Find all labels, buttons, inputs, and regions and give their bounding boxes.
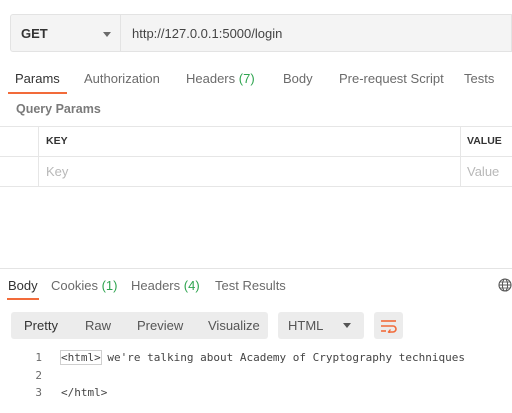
view-mode-selector: Pretty Raw Preview Visualize <box>11 312 268 339</box>
caret-down-icon <box>103 32 111 37</box>
line-text: we're talking about Academy of Cryptogra… <box>100 351 465 364</box>
column-header-key: KEY <box>46 135 68 147</box>
tab-test-results[interactable]: Test Results <box>215 272 286 300</box>
tab-count: (1) <box>101 278 118 293</box>
line-content: </html> <box>61 384 107 402</box>
request-bar: GET http://127.0.0.1:5000/login <box>10 14 512 52</box>
tab-params[interactable]: Params <box>8 64 67 94</box>
tab-cookies[interactable]: Cookies (1) <box>51 272 117 300</box>
tab-label: Params <box>15 71 60 86</box>
tab-label: Pre-request Script <box>339 71 444 86</box>
tab-label: Tests <box>464 71 495 86</box>
tab-label: Body <box>8 278 38 293</box>
view-visualize[interactable]: Visualize <box>208 312 260 339</box>
url-input[interactable]: http://127.0.0.1:5000/login <box>121 14 512 52</box>
tab-label: Body <box>283 71 313 86</box>
column-header-value: VALUE <box>460 127 502 156</box>
format-label: HTML <box>288 318 324 333</box>
caret-down-icon <box>343 323 351 328</box>
view-pretty[interactable]: Pretty <box>24 312 58 339</box>
table-row: Key Value <box>0 156 512 187</box>
params-table: KEY VALUE Key Value <box>0 126 512 187</box>
code-line: 3 </html> <box>0 384 512 402</box>
url-text: http://127.0.0.1:5000/login <box>132 25 283 41</box>
tab-response-body[interactable]: Body <box>7 272 39 300</box>
tab-label: Cookies <box>51 278 98 293</box>
tab-body[interactable]: Body <box>283 64 313 94</box>
tab-label: Test Results <box>215 278 286 293</box>
tab-count: (7) <box>238 71 255 86</box>
response-tabs: Body Cookies (1) Headers (4) Test Result… <box>0 272 512 300</box>
request-tabs: Params Authorization Headers (7) Body Pr… <box>0 64 512 94</box>
open-tag: <html> <box>60 350 102 365</box>
tab-label: Authorization <box>84 71 160 86</box>
view-raw[interactable]: Raw <box>85 312 111 339</box>
tab-response-headers[interactable]: Headers (4) <box>131 272 200 300</box>
line-content: <html> we're talking about Academy of Cr… <box>60 349 465 367</box>
tab-pre-request-script[interactable]: Pre-request Script <box>339 64 444 94</box>
view-preview[interactable]: Preview <box>137 312 183 339</box>
tab-headers[interactable]: Headers (7) <box>186 64 255 94</box>
line-number: 3 <box>35 386 42 399</box>
format-select[interactable]: HTML <box>278 312 364 339</box>
response-code: 1 <html> we're talking about Academy of … <box>0 349 512 402</box>
wrap-lines-button[interactable] <box>374 312 403 339</box>
tab-tests[interactable]: Tests <box>464 64 494 94</box>
line-text: </html> <box>61 386 108 399</box>
table-header-row: KEY VALUE <box>0 126 512 156</box>
method-select[interactable]: GET <box>10 14 121 52</box>
tab-authorization[interactable]: Authorization <box>84 64 160 94</box>
line-number: 1 <box>35 351 42 364</box>
value-input[interactable]: Value <box>460 157 499 186</box>
code-line: 1 <html> we're talking about Academy of … <box>0 349 512 367</box>
method-label: GET <box>21 25 48 41</box>
row-checkbox-cell <box>0 157 39 186</box>
code-line: 2 <box>0 367 512 385</box>
wrap-lines-icon <box>381 319 397 333</box>
key-input[interactable]: Key <box>46 157 68 186</box>
checkbox-column <box>0 127 39 156</box>
section-divider <box>0 268 512 269</box>
tab-label: Headers <box>186 71 236 86</box>
globe-icon[interactable] <box>498 278 512 292</box>
line-number: 2 <box>35 368 42 382</box>
tab-count: (4) <box>183 278 200 293</box>
tab-label: Headers <box>131 278 181 293</box>
query-params-title: Query Params <box>16 102 101 116</box>
